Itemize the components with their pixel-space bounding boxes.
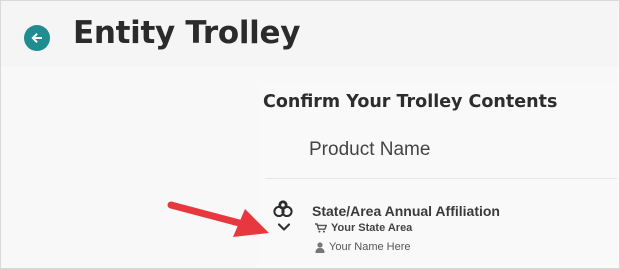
- header-divider: [265, 178, 617, 179]
- back-arrow-icon: [31, 33, 42, 43]
- chevron-down-icon[interactable]: [278, 223, 290, 232]
- products-icon: [273, 200, 293, 217]
- page-title: Entity Trolley: [73, 15, 301, 51]
- product-name: State/Area Annual Affiliation: [312, 203, 500, 219]
- item-member-name: Your Name Here: [329, 241, 411, 253]
- page-header: Entity Trolley: [1, 1, 619, 67]
- cart-icon: [315, 223, 327, 233]
- annotation-arrow-icon: [167, 201, 269, 237]
- app-frame: Entity Trolley Confirm Your Trolley Cont…: [0, 0, 620, 269]
- user-icon: [315, 241, 325, 253]
- back-button[interactable]: [24, 25, 50, 51]
- item-member-row: Your Name Here: [315, 241, 411, 253]
- product-name-column-header: Product Name: [309, 139, 431, 160]
- item-area-row: Your State Area: [315, 222, 412, 234]
- item-area: Your State Area: [331, 222, 413, 234]
- trolley-heading: Confirm Your Trolley Contents: [263, 92, 558, 112]
